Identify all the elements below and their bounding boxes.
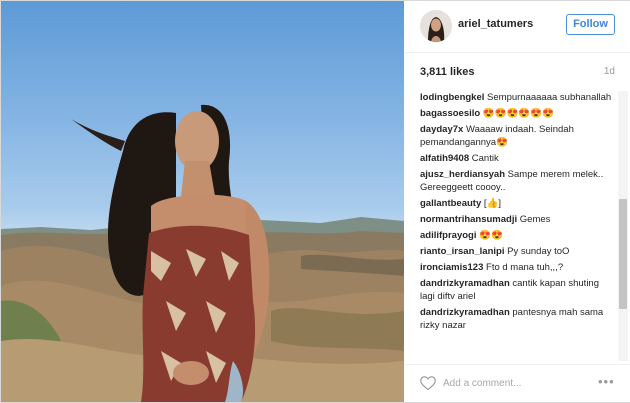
- scrollbar-thumb[interactable]: [619, 199, 627, 309]
- comment: dandrizkyramadhan pantesnya mah sama riz…: [420, 306, 616, 332]
- comment-author[interactable]: adilifprayogi: [420, 230, 476, 241]
- comment-text: Cantik: [471, 153, 499, 164]
- likes-count[interactable]: 3,811 likes: [420, 66, 474, 78]
- comment-text: Gemes: [519, 214, 551, 225]
- comment: ironciamis123 Fto d mana tuh,,,?: [420, 261, 616, 274]
- comment-author[interactable]: normantrihansumadji: [420, 214, 517, 225]
- comment: bagassoesilo 😍😍😍😍😍😍: [420, 107, 616, 120]
- comment-text: Py sunday toO: [507, 246, 570, 257]
- more-options-icon[interactable]: •••: [598, 375, 618, 390]
- comment-author[interactable]: gallantbeauty: [420, 198, 481, 209]
- comment: rianto_irsan_lanipi Py sunday toO: [420, 245, 616, 258]
- comment: dandrizkyramadhan cantik kapan shuting l…: [420, 277, 616, 303]
- comment-text: 😍😍: [479, 230, 503, 241]
- avatar[interactable]: [420, 10, 452, 42]
- instagram-post: ariel_tatumers Follow 3,811 likes 1d lod…: [0, 0, 630, 403]
- comment-author[interactable]: rianto_irsan_lanipi: [420, 246, 504, 257]
- comment-text: Sempurnaaaaaa subhanallah: [487, 92, 612, 103]
- post-side-panel: ariel_tatumers Follow 3,811 likes 1d lod…: [405, 1, 630, 402]
- comment-author[interactable]: dayday7x: [420, 124, 463, 135]
- comment-text: 😍😍😍😍😍😍: [482, 108, 554, 119]
- comment-text: [👍]: [483, 198, 501, 209]
- comment-author[interactable]: ironciamis123: [420, 262, 483, 273]
- comment: adilifprayogi 😍😍: [420, 229, 616, 242]
- post-stats: 3,811 likes 1d: [420, 66, 615, 82]
- comment-author[interactable]: bagassoesilo: [420, 108, 480, 119]
- comment-footer: •••: [405, 364, 630, 402]
- username-link[interactable]: ariel_tatumers: [458, 18, 533, 30]
- comment: gallantbeauty [👍]: [420, 197, 616, 210]
- comment: normantrihansumadji Gemes: [420, 213, 616, 226]
- post-time[interactable]: 1d: [604, 66, 615, 77]
- heart-icon[interactable]: [419, 375, 437, 391]
- comment: alfatih9408 Cantik: [420, 152, 616, 165]
- comment-text: Fto d mana tuh,,,?: [486, 262, 564, 273]
- follow-button[interactable]: Follow: [566, 14, 615, 35]
- comments-scrollbar[interactable]: [618, 91, 628, 361]
- comment-author[interactable]: dandrizkyramadhan: [420, 307, 510, 318]
- post-header: ariel_tatumers Follow: [405, 1, 630, 53]
- photo-illustration: [1, 104, 404, 402]
- add-comment-input[interactable]: [443, 374, 593, 392]
- comments-list[interactable]: lodingbengkel Sempurnaaaaaa subhanallah …: [420, 91, 616, 361]
- comment-author[interactable]: lodingbengkel: [420, 92, 484, 103]
- comment: lodingbengkel Sempurnaaaaaa subhanallah: [420, 91, 616, 104]
- comment-author[interactable]: alfatih9408: [420, 153, 469, 164]
- comment: ajusz_herdiansyah Sampe merem melek.. Ge…: [420, 168, 616, 194]
- post-photo[interactable]: [1, 1, 404, 402]
- avatar-image: [420, 10, 452, 42]
- comment-author[interactable]: ajusz_herdiansyah: [420, 169, 505, 180]
- comment: dayday7x Waaaaw indaah. Seindah pemandan…: [420, 123, 616, 149]
- comment-author[interactable]: dandrizkyramadhan: [420, 278, 510, 289]
